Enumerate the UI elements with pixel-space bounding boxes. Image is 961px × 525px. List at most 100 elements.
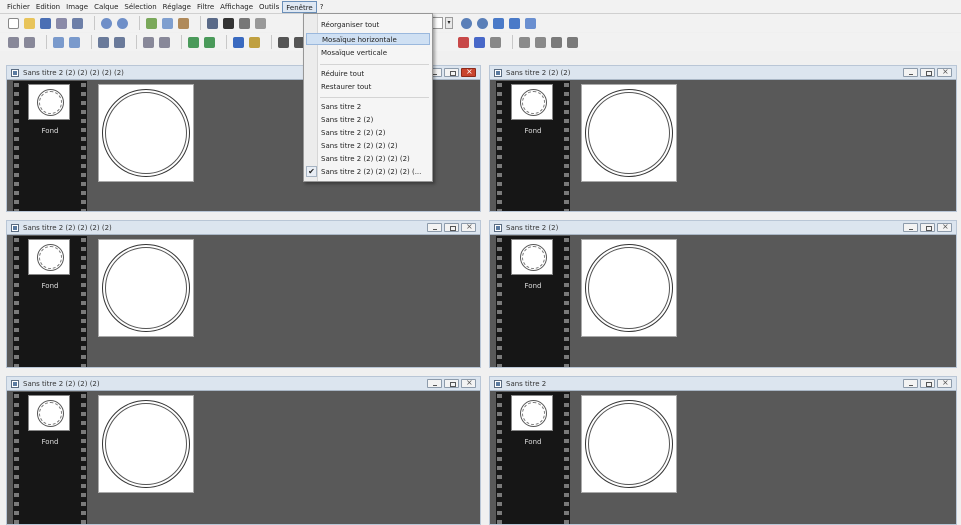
histogram-icon[interactable] — [490, 36, 501, 48]
cut-icon[interactable] — [146, 17, 157, 29]
brush-icon[interactable] — [114, 36, 125, 48]
image-canvas[interactable] — [581, 395, 677, 493]
menu-outils[interactable]: Outils — [256, 1, 282, 13]
maximize-button[interactable] — [920, 68, 935, 77]
menu-item-tile-horizontal[interactable]: Mosaïque horizontale — [306, 33, 430, 45]
line-tool-icon[interactable] — [143, 36, 154, 48]
crop-icon[interactable] — [207, 17, 218, 29]
undo-icon[interactable] — [101, 17, 112, 29]
document-window[interactable]: Sans titre 2 (2) Fond — [489, 220, 957, 368]
select-rect-icon[interactable] — [8, 36, 19, 48]
layer-thumbnail[interactable] — [28, 84, 70, 120]
maximize-button[interactable] — [920, 223, 935, 232]
menu-item-minimize-all[interactable]: Réduire tout — [321, 68, 429, 80]
menu-fichier[interactable]: Fichier — [4, 1, 33, 13]
image-canvas[interactable] — [98, 239, 194, 337]
resize-icon[interactable] — [223, 17, 234, 29]
window-title-bar[interactable]: Sans titre 2 (2) (2) — [490, 66, 956, 80]
layer-thumbnail[interactable] — [511, 395, 553, 431]
close-button[interactable] — [937, 378, 952, 388]
palette-icon[interactable] — [474, 36, 485, 48]
layer-thumbnail[interactable] — [511, 84, 553, 120]
new-file-icon[interactable] — [8, 17, 19, 29]
minimize-button[interactable] — [903, 223, 918, 232]
menu-item-window[interactable]: Sans titre 2 (2) (2) (2) (2) — [321, 153, 429, 165]
zoom-in-icon[interactable] — [461, 17, 472, 29]
menu-filtre[interactable]: Filtre — [194, 1, 217, 13]
document-window[interactable]: Sans titre 2 (2) (2) (2) Fond — [6, 376, 481, 525]
actual-size-icon[interactable] — [509, 17, 520, 29]
print-preview-icon[interactable] — [72, 17, 83, 29]
color-picker-icon[interactable] — [249, 36, 260, 48]
full-screen-icon[interactable] — [525, 17, 536, 29]
layer-thumbnail[interactable] — [28, 239, 70, 275]
share-icon[interactable] — [567, 36, 578, 48]
close-button[interactable] — [937, 222, 952, 232]
document-window[interactable]: Sans titre 2 Fond — [489, 376, 957, 525]
image-canvas[interactable] — [98, 395, 194, 493]
minimize-button[interactable] — [427, 379, 442, 388]
menu-item-window-active[interactable]: Sans titre 2 (2) (2) (2) (2) (... — [321, 166, 429, 178]
gradient-icon[interactable] — [204, 36, 215, 48]
menu-help[interactable]: ? — [317, 1, 327, 13]
zoom-out-icon[interactable] — [477, 17, 488, 29]
distribute-icon[interactable] — [535, 36, 546, 48]
duplicate-icon[interactable] — [255, 17, 266, 29]
close-button[interactable] — [461, 67, 476, 77]
close-button[interactable] — [937, 67, 952, 77]
menu-item-restore-all[interactable]: Restaurer tout — [321, 81, 429, 93]
minimize-button[interactable] — [903, 379, 918, 388]
layer-thumbnail[interactable] — [511, 239, 553, 275]
align-icon[interactable] — [519, 36, 530, 48]
menu-item-tile-vertical[interactable]: Mosaïque verticale — [321, 47, 429, 59]
close-button[interactable] — [461, 222, 476, 232]
image-canvas[interactable] — [581, 239, 677, 337]
pencil-icon[interactable] — [98, 36, 109, 48]
maximize-button[interactable] — [444, 223, 459, 232]
paste-icon[interactable] — [178, 17, 189, 29]
text-tool-icon[interactable] — [233, 36, 244, 48]
color-adjust-icon[interactable] — [458, 36, 469, 48]
redo-icon[interactable] — [117, 17, 128, 29]
menu-reglage[interactable]: Réglage — [160, 1, 194, 13]
menu-item-arrange-all[interactable]: Réorganiser tout — [321, 19, 429, 31]
lasso-icon[interactable] — [53, 36, 64, 48]
menu-item-window[interactable]: Sans titre 2 (2) (2) (2) — [321, 140, 429, 152]
minimize-button[interactable] — [903, 68, 918, 77]
save-icon[interactable] — [40, 17, 51, 29]
document-window[interactable]: Sans titre 2 (2) (2) Fond — [489, 65, 957, 212]
menu-selection[interactable]: Sélection — [121, 1, 159, 13]
shape-tool-icon[interactable] — [159, 36, 170, 48]
rotate-icon[interactable] — [239, 17, 250, 29]
window-title-bar[interactable]: Sans titre 2 — [490, 377, 956, 391]
menu-edition[interactable]: Edition — [33, 1, 63, 13]
export-icon[interactable] — [551, 36, 562, 48]
layer-thumbnail[interactable] — [28, 395, 70, 431]
menu-image[interactable]: Image — [63, 1, 91, 13]
document-window[interactable]: Sans titre 2 (2) (2) (2) (2) Fond — [6, 220, 481, 368]
close-button[interactable] — [461, 378, 476, 388]
fit-window-icon[interactable] — [493, 17, 504, 29]
grid-icon[interactable] — [278, 36, 289, 48]
maximize-button[interactable] — [444, 68, 459, 77]
image-canvas[interactable] — [581, 84, 677, 182]
maximize-button[interactable] — [920, 379, 935, 388]
zoom-dropdown-arrow[interactable]: ▾ — [445, 17, 453, 29]
menu-item-window[interactable]: Sans titre 2 (2) — [321, 114, 429, 126]
open-folder-icon[interactable] — [24, 17, 35, 29]
menu-affichage[interactable]: Affichage — [217, 1, 256, 13]
fill-icon[interactable] — [188, 36, 199, 48]
window-title-bar[interactable]: Sans titre 2 (2) (2) (2) (2) — [7, 221, 480, 235]
print-icon[interactable] — [56, 17, 67, 29]
menu-item-window[interactable]: Sans titre 2 (2) (2) — [321, 127, 429, 139]
menu-fenetre[interactable]: Fenêtre — [282, 0, 317, 13]
image-canvas[interactable] — [98, 84, 194, 182]
maximize-button[interactable] — [444, 379, 459, 388]
menu-calque[interactable]: Calque — [91, 1, 121, 13]
window-title-bar[interactable]: Sans titre 2 (2) (2) (2) — [7, 377, 480, 391]
select-move-icon[interactable] — [24, 36, 35, 48]
minimize-button[interactable] — [427, 223, 442, 232]
menu-item-window[interactable]: Sans titre 2 — [321, 101, 429, 113]
copy-icon[interactable] — [162, 17, 173, 29]
magic-wand-icon[interactable] — [69, 36, 80, 48]
